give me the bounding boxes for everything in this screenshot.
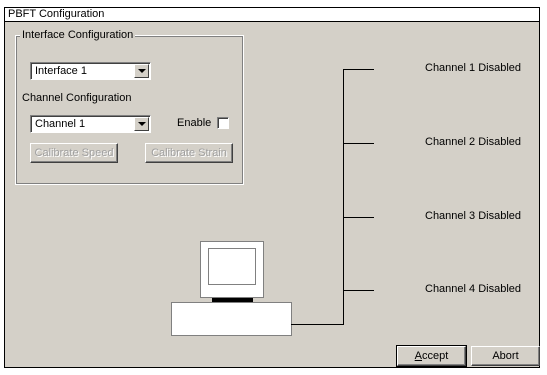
channel-2-status: Channel 2 Disabled bbox=[425, 136, 522, 148]
dropdown-arrow-icon bbox=[138, 69, 146, 73]
enable-checkbox[interactable] bbox=[217, 117, 229, 129]
dialog-client-area: Interface Configuration Interface 1 Chan… bbox=[5, 22, 540, 367]
channel-4-line bbox=[343, 290, 374, 291]
channel-select-value: Channel 1 bbox=[35, 118, 86, 130]
computer-icon bbox=[171, 302, 292, 336]
channel-3-status: Channel 3 Disabled bbox=[425, 210, 522, 222]
dropdown-arrow-icon bbox=[138, 122, 146, 126]
channel-2-line bbox=[343, 143, 374, 144]
cable-vertical bbox=[343, 69, 344, 325]
calibrate-strain-button[interactable]: Calibrate Strain bbox=[145, 143, 233, 163]
channel-1-status: Channel 1 Disabled bbox=[425, 62, 522, 74]
enable-label: Enable bbox=[177, 117, 212, 129]
monitor-screen bbox=[208, 248, 256, 285]
calibrate-speed-button[interactable]: Calibrate Speed bbox=[30, 143, 118, 163]
monitor-icon bbox=[200, 241, 264, 298]
interface-select-value: Interface 1 bbox=[35, 65, 87, 77]
accept-label: ccept bbox=[422, 350, 449, 362]
channel-dropdown-button[interactable] bbox=[134, 117, 149, 131]
cable-horizontal bbox=[291, 324, 344, 325]
interface-dropdown-button[interactable] bbox=[134, 64, 149, 78]
channel-3-line bbox=[343, 217, 374, 218]
channel-4-status: Channel 4 Disabled bbox=[425, 283, 522, 295]
interface-select[interactable]: Interface 1 bbox=[30, 62, 151, 80]
channel-1-line bbox=[343, 69, 374, 70]
channel-configuration-legend: Channel Configuration bbox=[20, 92, 134, 105]
pbft-configuration-window: PBFT Configuration Interface Configurati… bbox=[4, 7, 540, 368]
abort-button[interactable]: Abort bbox=[471, 346, 540, 366]
accept-accelerator: A bbox=[414, 350, 423, 362]
window-title: PBFT Configuration bbox=[5, 8, 539, 22]
accept-button[interactable]: Accept bbox=[396, 345, 467, 367]
channel-select[interactable]: Channel 1 bbox=[30, 115, 151, 133]
interface-configuration-legend: Interface Configuration bbox=[20, 29, 136, 42]
